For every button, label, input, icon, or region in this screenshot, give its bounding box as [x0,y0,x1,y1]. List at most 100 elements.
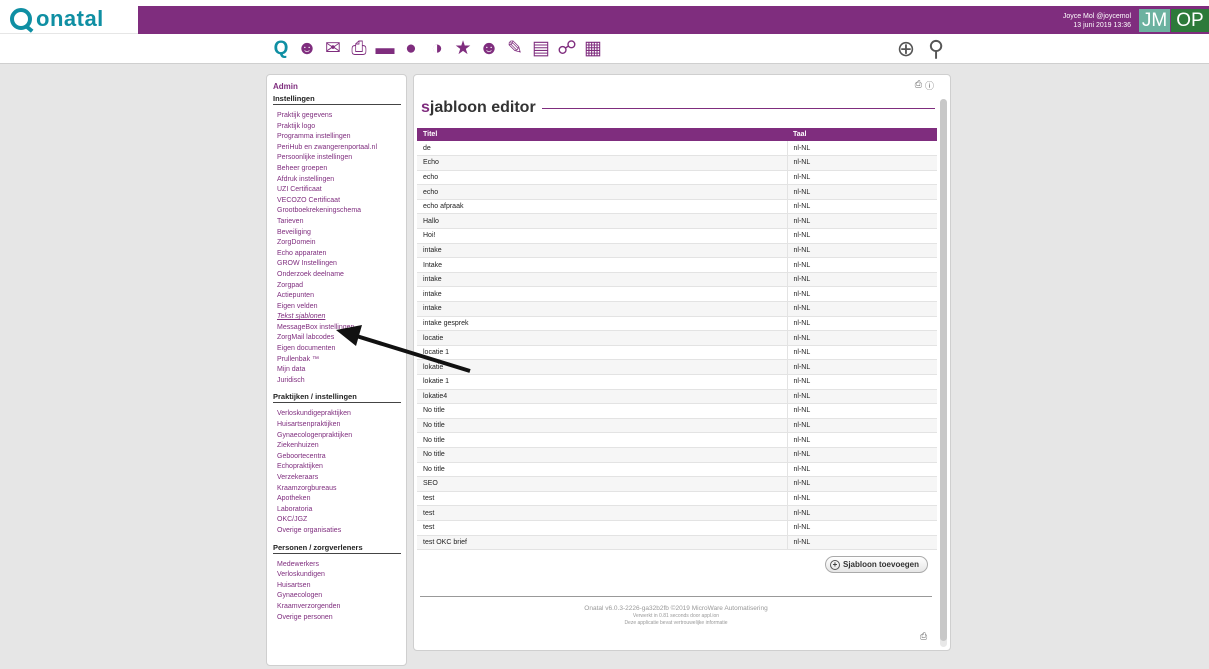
cell-titel[interactable]: No title [417,447,787,463]
table-row[interactable]: Echo nl-NL [417,155,937,171]
cell-titel[interactable]: echo [417,184,787,200]
sidebar-item[interactable]: Gynaecologenpraktijken [277,431,406,442]
cell-titel[interactable]: No title [417,418,787,434]
table-row[interactable]: test nl-NL [417,491,937,507]
cell-titel[interactable]: No title [417,432,787,448]
cell-titel[interactable]: Echo [417,155,787,171]
sidebar-item[interactable]: ZorgDomein [277,238,406,249]
sidebar-item[interactable]: GROW Instellingen [277,259,406,270]
sidebar-item[interactable]: PeriHub en zwangerenportaal.nl [277,143,406,154]
sidebar-item[interactable]: Eigen velden [277,302,406,313]
sidebar-item[interactable]: Gynaecologen [277,591,406,602]
table-row[interactable]: locatie 1 nl-NL [417,345,937,361]
table-row[interactable]: echo nl-NL [417,170,937,186]
sidebar-item[interactable]: Persoonlijke instellingen [277,153,406,164]
table-row[interactable]: lokatie4 nl-NL [417,389,937,405]
table-row[interactable]: No title nl-NL [417,447,937,463]
sidebar-item[interactable]: Medewerkers [277,560,406,571]
add-icon[interactable]: ⊕ [895,37,917,61]
sidebar-item[interactable]: Grootboekrekeningschema [277,206,406,217]
speech-icon[interactable]: ✎ [504,37,526,61]
cell-titel[interactable]: lokatie 1 [417,374,787,390]
sidebar-item[interactable]: UZI Certificaat [277,185,406,196]
table-row[interactable]: intake gesprek nl-NL [417,316,937,332]
table-row[interactable]: SEO nl-NL [417,476,937,492]
table-row[interactable]: Intake nl-NL [417,257,937,273]
printer-icon[interactable]: ⎙ [348,37,370,61]
cell-titel[interactable]: locatie 1 [417,345,787,361]
sidebar-item[interactable]: VECOZO Certificaat [277,196,406,207]
sidebar-item-tekst-sjablonen[interactable]: Tekst sjablonen [277,312,406,323]
sidebar-item[interactable]: Tarieven [277,217,406,228]
cell-titel[interactable]: test [417,520,787,536]
column-header-taal[interactable]: Taal [787,128,937,141]
panel-scrollbar[interactable] [940,99,947,647]
calendar-icon[interactable]: ▤ [530,37,552,61]
sidebar-item[interactable]: Juridisch [277,376,406,387]
table-row[interactable]: echo nl-NL [417,184,937,200]
sidebar-item[interactable]: Afdruk instellingen [277,175,406,186]
sidebar-item[interactable]: Verloskundigepraktijken [277,409,406,420]
table-row[interactable]: lokatie nl-NL [417,359,937,375]
app-logo[interactable]: onatal [10,6,104,32]
group-icon[interactable]: ☻ [478,37,500,61]
magnifier-icon[interactable]: ⚲ [925,37,947,61]
table-row[interactable]: No title nl-NL [417,418,937,434]
cell-titel[interactable]: test [417,505,787,521]
people-icon[interactable]: ☻ [296,37,318,61]
cell-titel[interactable]: SEO [417,476,787,492]
table-row[interactable]: intake nl-NL [417,243,937,259]
table-row[interactable]: test nl-NL [417,520,937,536]
cell-titel[interactable]: intake [417,286,787,303]
table-row[interactable]: locatie nl-NL [417,330,937,346]
sidebar-item[interactable]: Verloskundigen [277,570,406,581]
star-icon[interactable]: ★ [452,37,474,61]
cell-titel[interactable]: No title [417,462,787,478]
practice-avatar[interactable]: OP [1171,9,1209,32]
info-icon[interactable]: ⓘ [925,79,934,92]
footer-print-icon[interactable]: ⎙ [920,631,927,642]
table-row[interactable]: echo afpraak nl-NL [417,199,937,215]
table-row[interactable]: de nl-NL [417,141,937,157]
sidebar-item[interactable]: Actiepunten [277,291,406,302]
sidebar-item[interactable]: Beheer groepen [277,164,406,175]
cell-titel[interactable]: lokatie4 [417,389,787,405]
cell-titel[interactable]: Hoi! [417,228,787,244]
cell-titel[interactable]: intake gesprek [417,316,787,332]
sidebar-item[interactable]: Praktijk gegevens [277,111,406,122]
cell-titel[interactable]: locatie [417,330,787,346]
sidebar-item[interactable]: Ziekenhuizen [277,441,406,452]
table-row[interactable]: lokatie 1 nl-NL [417,374,937,390]
sidebar-item[interactable]: Huisartsenpraktijken [277,420,406,431]
cell-titel[interactable]: intake [417,272,787,288]
sidebar-item[interactable]: Programma instellingen [277,132,406,143]
cell-titel[interactable]: test [417,491,787,507]
cell-titel[interactable]: echo afpraak [417,199,787,215]
column-header-titel[interactable]: Titel [417,128,787,141]
search-icon[interactable]: Q [270,37,292,61]
table-row[interactable]: Hallo nl-NL [417,213,937,230]
print-icon[interactable]: ⎙ [915,79,922,92]
cell-titel[interactable]: Intake [417,257,787,273]
sidebar-item[interactable]: Onderzoek deelname [277,270,406,281]
table-row[interactable]: intake nl-NL [417,301,937,317]
sidebar-item[interactable]: Echo apparaten [277,249,406,260]
sidebar-item[interactable]: Echopraktijken [277,462,406,473]
sidebar-item[interactable]: ZorgMail labcodes [277,333,406,344]
table-row[interactable]: No title nl-NL [417,432,937,448]
sidebar-item[interactable]: Praktijk logo [277,122,406,133]
cell-titel[interactable]: intake [417,243,787,259]
cell-titel[interactable]: echo [417,170,787,186]
cell-titel[interactable]: test OKC brief [417,535,787,551]
cell-titel[interactable]: lokatie [417,359,787,375]
chat-icon[interactable]: ● [400,37,422,61]
sidebar-admin-heading[interactable]: Admin [273,82,406,91]
sidebar-item[interactable]: MessageBox instellingen [277,323,406,334]
mail-icon[interactable]: ✉ [322,37,344,61]
pie-chart-icon[interactable]: ◑ [426,37,448,61]
sidebar-item[interactable]: Apotheken [277,494,406,505]
sidebar-item[interactable]: Overige organisaties [277,526,406,537]
globe-icon[interactable]: ☍ [556,37,578,61]
sidebar-item[interactable]: Prullenbak ™ [277,355,406,366]
table-row[interactable]: test OKC brief nl-NL [417,535,937,551]
